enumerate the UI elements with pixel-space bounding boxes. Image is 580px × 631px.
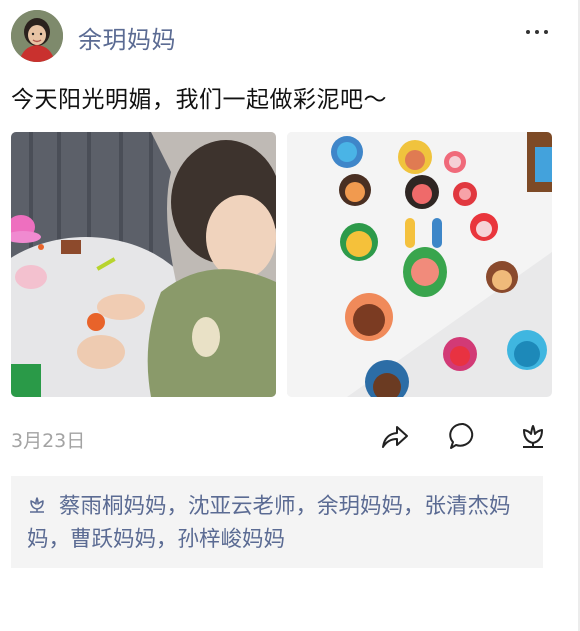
more-dot <box>544 30 548 34</box>
post-photo-child-playing[interactable] <box>11 132 276 397</box>
post-action-bar: 3月23日 <box>11 416 556 456</box>
more-dots-icon <box>526 30 530 34</box>
post-text: 今天阳光明媚，我们一起做彩泥吧～ <box>11 87 387 113</box>
flower-like-icon <box>27 492 47 513</box>
post-photo-clay-faces[interactable] <box>287 132 552 397</box>
like-button[interactable] <box>513 416 553 456</box>
more-dot <box>535 30 539 34</box>
author-name[interactable]: 余玥妈妈 <box>78 20 176 55</box>
comment-icon <box>449 422 474 449</box>
post-header: 余玥妈妈 <box>11 10 561 62</box>
share-button[interactable] <box>374 416 414 456</box>
share-icon <box>382 426 408 448</box>
avatar[interactable] <box>11 10 63 62</box>
flower-like-icon <box>523 425 543 448</box>
likes-names[interactable]: 蔡雨桐妈妈，沈亚云老师，余玥妈妈，张清杰妈妈，曹跃妈妈，孙梓峻妈妈 <box>27 494 511 552</box>
likes-list: 蔡雨桐妈妈，沈亚云老师，余玥妈妈，张清杰妈妈，曹跃妈妈，孙梓峻妈妈 <box>11 476 543 568</box>
comment-button[interactable] <box>443 416 483 456</box>
more-options-button[interactable] <box>519 18 555 46</box>
post-date: 3月23日 <box>11 430 86 452</box>
